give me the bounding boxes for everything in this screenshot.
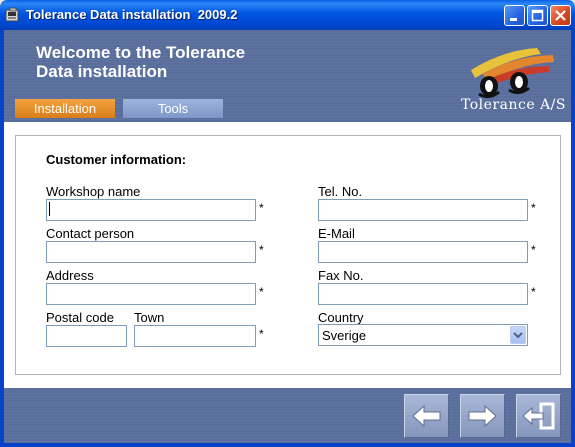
tab-tools[interactable]: Tools — [123, 99, 223, 118]
required-marker: * — [531, 285, 536, 299]
title-bar[interactable]: Tolerance Data installation 2009.2 — [0, 0, 575, 30]
tel-no-label: Tel. No. — [318, 184, 363, 199]
required-marker: * — [531, 243, 536, 257]
header-banner: Welcome to the Tolerance Data installati… — [4, 30, 571, 122]
chevron-down-icon — [513, 332, 523, 339]
postal-code-label: Postal code — [46, 310, 114, 325]
fax-no-label: Fax No. — [318, 268, 364, 283]
country-label: Country — [318, 310, 364, 325]
next-button[interactable] — [460, 394, 505, 438]
address-input[interactable] — [46, 283, 256, 305]
main-content: Customer information: Workshop name * Co… — [4, 122, 571, 388]
minimize-icon — [510, 18, 517, 21]
welcome-line-1: Welcome to the Tolerance — [36, 43, 246, 62]
minimize-button[interactable] — [504, 5, 525, 26]
required-marker: * — [259, 285, 264, 299]
town-label: Town — [134, 310, 165, 325]
window-frame-right — [571, 30, 575, 447]
contact-person-input[interactable] — [46, 241, 256, 263]
required-marker: * — [259, 327, 264, 341]
footer-bar — [4, 388, 571, 443]
welcome-heading: Welcome to the Tolerance Data installati… — [36, 43, 336, 81]
maximize-button[interactable] — [527, 5, 548, 26]
app-icon[interactable] — [5, 7, 21, 23]
town-input[interactable] — [134, 325, 256, 347]
postal-code-input[interactable] — [46, 325, 127, 347]
required-marker: * — [259, 201, 264, 215]
close-button[interactable] — [550, 5, 571, 26]
tab-installation[interactable]: Installation — [15, 99, 115, 118]
email-input[interactable] — [318, 241, 528, 263]
window-title: Tolerance Data installation 2009.2 — [26, 7, 238, 22]
back-button[interactable] — [404, 394, 449, 438]
email-label: E-Mail — [318, 226, 355, 241]
exit-door-icon — [522, 402, 555, 430]
workshop-name-label: Workshop name — [46, 184, 141, 199]
section-title: Customer information: — [46, 152, 187, 167]
text-caret — [49, 202, 50, 216]
exit-button[interactable] — [516, 394, 561, 438]
country-select-value: Sverige — [322, 328, 367, 343]
address-label: Address — [46, 268, 94, 283]
required-marker: * — [259, 243, 264, 257]
country-select[interactable]: Sverige — [318, 324, 528, 346]
welcome-line-2: Data installation — [36, 62, 168, 81]
customer-info-panel: Customer information: Workshop name * Co… — [15, 135, 561, 375]
contact-person-label: Contact person — [46, 226, 135, 241]
workshop-name-input[interactable] — [46, 199, 256, 221]
fax-no-input[interactable] — [318, 283, 528, 305]
required-marker: * — [531, 201, 536, 215]
window-frame-bottom — [0, 443, 575, 447]
tel-no-input[interactable] — [318, 199, 528, 221]
country-dropdown-button[interactable] — [510, 326, 526, 344]
maximize-icon — [531, 9, 544, 22]
close-icon — [555, 10, 566, 21]
arrow-right-icon — [468, 404, 497, 428]
logo-text: Tolerance A/S — [461, 97, 566, 113]
arrow-left-icon — [412, 404, 441, 428]
